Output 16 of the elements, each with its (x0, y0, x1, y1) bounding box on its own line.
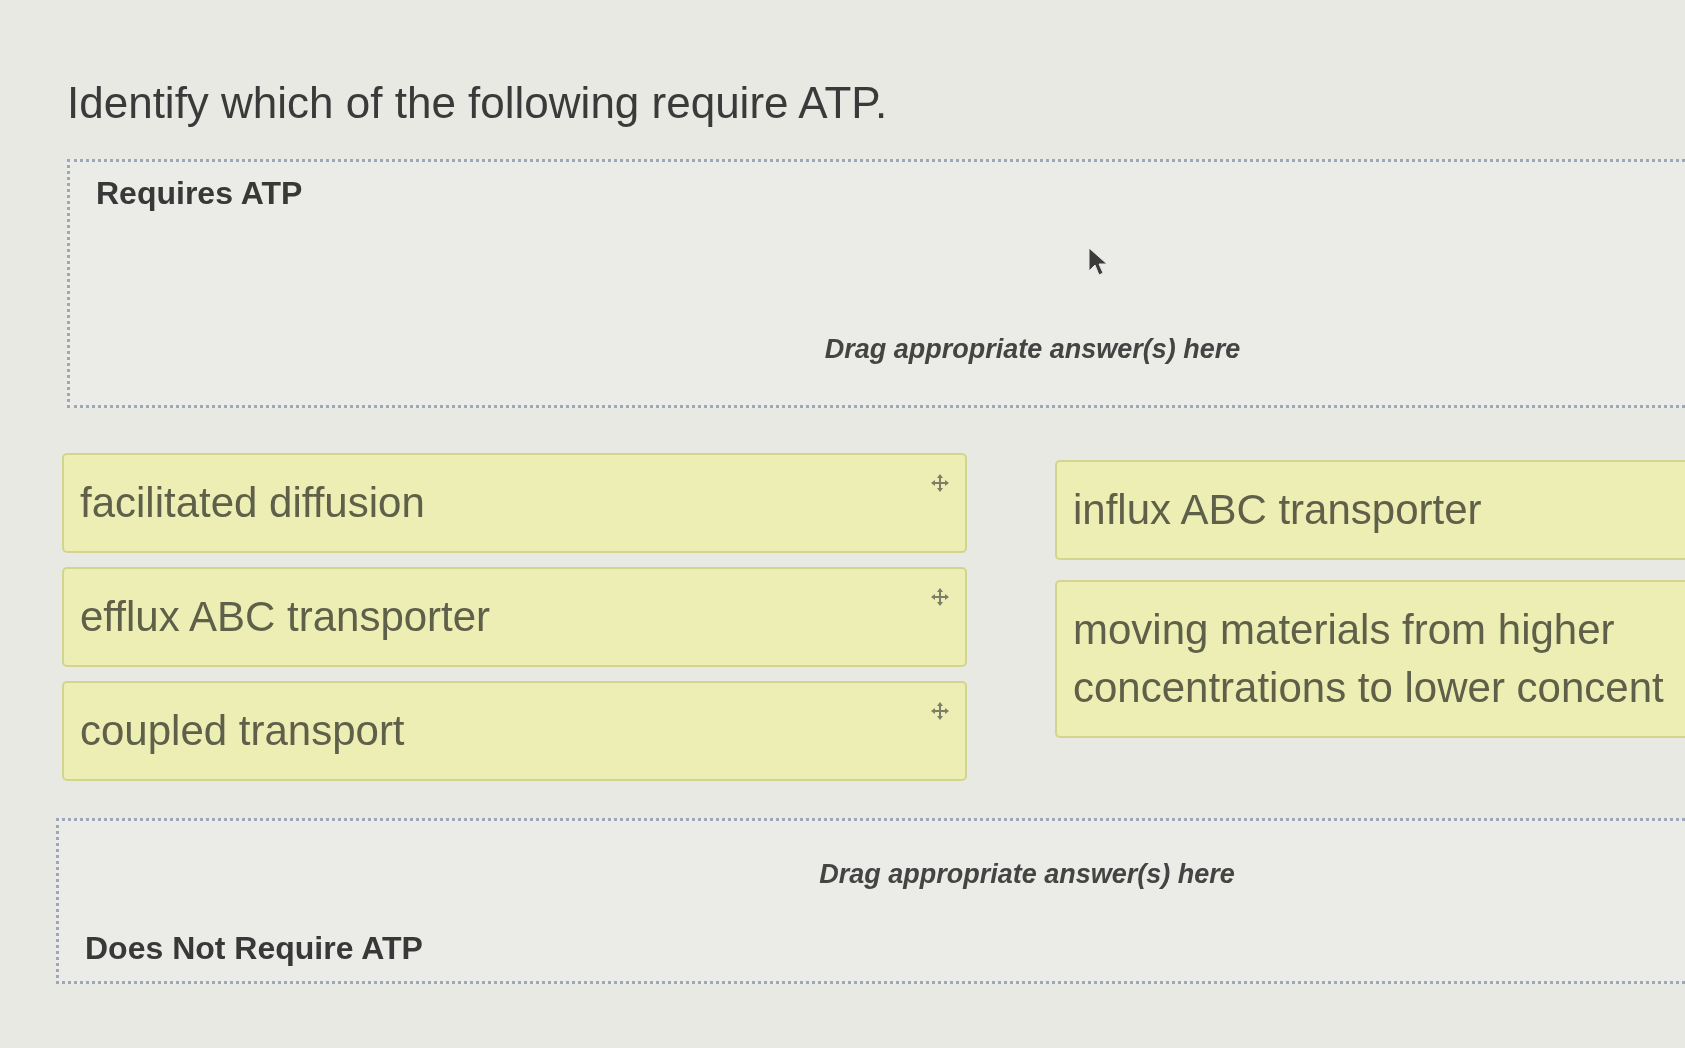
drop-hint: Drag appropriate answer(s) here (819, 858, 1235, 890)
move-handle-icon[interactable] (931, 588, 949, 606)
mouse-pointer-icon (1088, 247, 1108, 277)
drop-zone[interactable]: Requires ATP Drag appropriate answer(s) here (67, 159, 1685, 408)
drop-zone[interactable]: Drag appropriate answer(s) here Does Not Require ATP (56, 818, 1685, 984)
zone-label: Does Not Require ATP (85, 929, 423, 967)
question-title: Identify which of the following require ATP. (67, 77, 888, 129)
answer-card[interactable]: facilitated diffusion (62, 453, 967, 553)
move-handle-icon[interactable] (931, 474, 949, 492)
answer-card[interactable]: coupled transport (62, 681, 967, 781)
zone-label: Requires ATP (96, 174, 303, 212)
answer-card[interactable]: efflux ABC transporter (62, 567, 967, 667)
drop-hint: Drag appropriate answer(s) here (824, 333, 1241, 365)
answer-card[interactable]: moving materials from higher concentrations to lower concent (1055, 580, 1685, 738)
move-handle-icon[interactable] (931, 702, 949, 720)
answer-card[interactable]: influx ABC transporter (1055, 460, 1685, 560)
